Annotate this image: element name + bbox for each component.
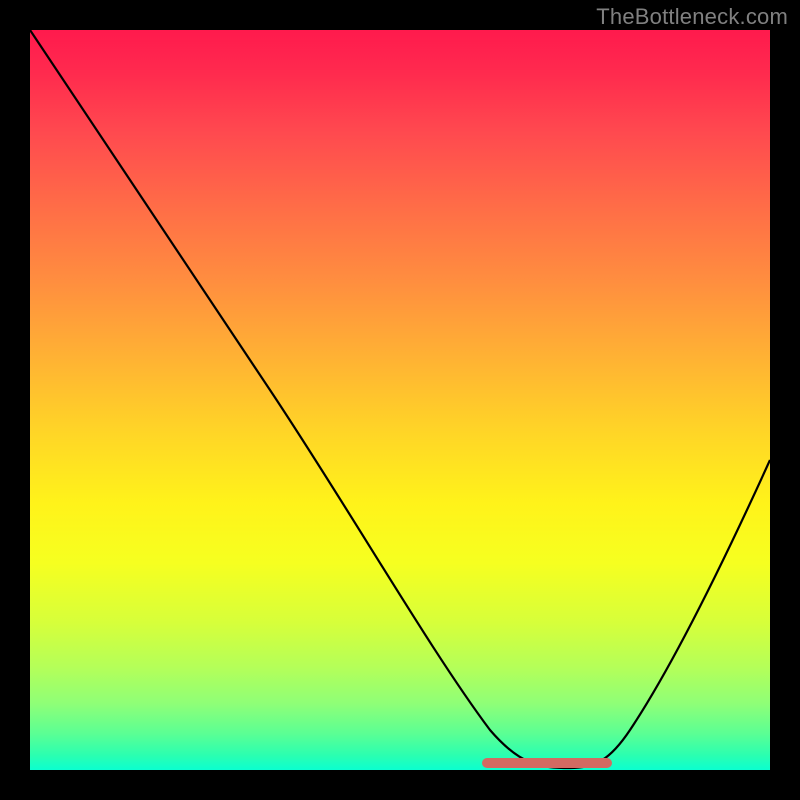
watermark-text: TheBottleneck.com [596,4,788,30]
bottleneck-curve-path [30,30,770,768]
minimum-plateau-marker [482,758,612,768]
chart-frame: TheBottleneck.com [0,0,800,800]
plot-area [30,30,770,770]
curve-svg [30,30,770,770]
